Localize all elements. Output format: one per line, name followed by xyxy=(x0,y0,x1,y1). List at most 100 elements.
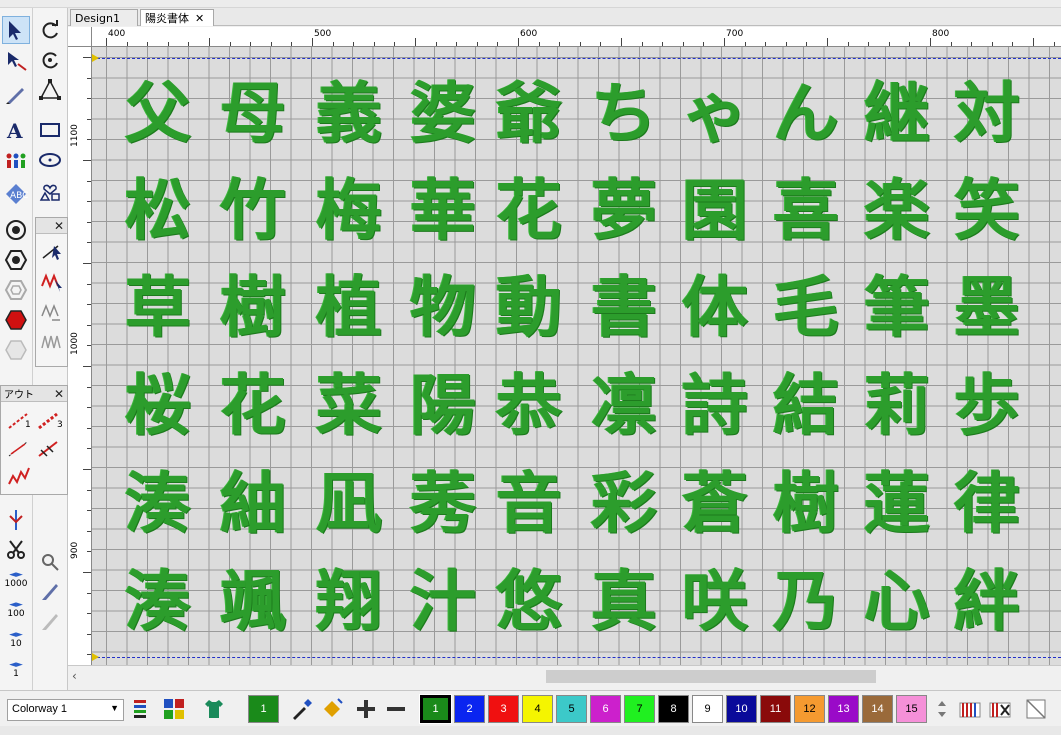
eyedropper-button[interactable] xyxy=(288,695,316,723)
palette-swatch[interactable]: 2 xyxy=(454,695,485,723)
outline-bean-tool[interactable] xyxy=(5,434,33,462)
zigzag-stitch-tool[interactable] xyxy=(38,268,66,296)
tab-design1[interactable]: Design1 xyxy=(70,9,138,26)
close-icon[interactable]: ✕ xyxy=(54,387,64,401)
embroidery-glyph[interactable]: 詩 xyxy=(676,357,754,444)
garment-button[interactable] xyxy=(200,695,228,723)
hexagon-outline-tool[interactable] xyxy=(2,276,30,304)
embroidery-glyph[interactable]: 汁 xyxy=(404,553,482,640)
stitch-direction-tool[interactable] xyxy=(38,238,66,266)
palette-swatch[interactable]: 11 xyxy=(760,695,791,723)
palette-swatch[interactable]: 4 xyxy=(522,695,553,723)
embroidery-glyph[interactable]: 草 xyxy=(119,259,197,346)
embroidery-glyph[interactable]: ち xyxy=(585,65,663,152)
embroidery-glyph[interactable]: 莠 xyxy=(404,455,482,542)
thread-chart-remove-button[interactable] xyxy=(986,695,1014,723)
embroidery-glyph[interactable]: 紬 xyxy=(214,455,292,542)
step-100-tool[interactable]: ◄► 100 xyxy=(1,596,31,624)
palette-swatch[interactable]: 1 xyxy=(419,694,452,724)
embroidery-glyph[interactable]: 湊 xyxy=(119,455,197,542)
step-10-tool[interactable]: ◄► 10 xyxy=(1,626,31,654)
reshape-tool[interactable] xyxy=(2,46,30,74)
wave-stitch-tool[interactable] xyxy=(38,298,66,326)
rotate-tool[interactable] xyxy=(36,16,64,44)
current-color-swatch[interactable]: 1 xyxy=(248,695,279,723)
gray-hexagon-tool[interactable] xyxy=(2,336,30,364)
embroidery-glyph[interactable]: 乃 xyxy=(767,553,845,640)
embroidery-glyph[interactable]: 樹 xyxy=(767,455,845,542)
embroidery-glyph[interactable]: 母 xyxy=(214,65,292,152)
embroidery-glyph[interactable]: 花 xyxy=(214,357,292,444)
embroidery-glyph[interactable]: 颯 xyxy=(214,553,292,640)
embroidery-glyph[interactable]: 心 xyxy=(858,553,936,640)
embroidery-glyph[interactable]: 凛 xyxy=(585,357,663,444)
embroidery-glyph[interactable]: 植 xyxy=(310,259,388,346)
embroidery-glyph[interactable]: 悠 xyxy=(490,553,568,640)
remove-color-button[interactable] xyxy=(382,695,410,723)
embroidery-glyph[interactable]: 父 xyxy=(119,65,197,152)
embroidery-glyph[interactable]: 爺 xyxy=(490,65,568,152)
embroidery-glyph[interactable]: ゃ xyxy=(676,65,754,152)
embroidery-glyph[interactable]: 真 xyxy=(585,553,663,640)
colorway-list-button[interactable] xyxy=(126,695,154,723)
embroidery-glyph[interactable]: 蓮 xyxy=(858,455,936,542)
circle-target-tool[interactable] xyxy=(2,216,30,244)
embroidery-glyph[interactable]: 歩 xyxy=(948,357,1026,444)
embroidery-glyph[interactable]: 音 xyxy=(490,455,568,542)
palette-swatch[interactable]: 15 xyxy=(896,695,927,723)
palette-swatch[interactable]: 3 xyxy=(488,695,519,723)
embroidery-glyph[interactable]: 義 xyxy=(310,65,388,152)
embroidery-glyph[interactable]: 湊 xyxy=(119,553,197,640)
red-hexagon-tool[interactable] xyxy=(2,306,30,334)
embroidery-glyph[interactable]: 花 xyxy=(490,162,568,249)
embroidery-glyph[interactable]: 菜 xyxy=(310,357,388,444)
shapes-tool[interactable] xyxy=(36,176,64,204)
thread-chart-button[interactable] xyxy=(956,695,984,723)
palette-swatch[interactable]: 13 xyxy=(828,695,859,723)
outline-zigzag-tool[interactable] xyxy=(5,462,33,490)
step-1-tool[interactable]: ◄► 1 xyxy=(1,656,31,684)
embroidery-glyph[interactable]: ん xyxy=(767,65,845,152)
embroidery-glyph[interactable]: 継 xyxy=(858,65,936,152)
palette-swatch[interactable]: 12 xyxy=(794,695,825,723)
scrollbar-thumb[interactable] xyxy=(546,670,876,683)
palette-swatch[interactable]: 5 xyxy=(556,695,587,723)
embroidery-glyph[interactable]: 園 xyxy=(676,162,754,249)
embroidery-glyph[interactable]: 笑 xyxy=(948,162,1026,249)
colorway-select[interactable]: Colorway 1 ▼ xyxy=(7,699,124,721)
palette-grid-button[interactable] xyxy=(160,695,188,723)
embroidery-glyph[interactable]: 凪 xyxy=(310,455,388,542)
embroidery-glyph[interactable]: 毛 xyxy=(767,259,845,346)
embroidery-glyph[interactable]: 物 xyxy=(404,259,482,346)
pen-tool[interactable] xyxy=(2,80,30,108)
team-names-tool[interactable] xyxy=(2,148,30,176)
embroidery-glyph[interactable]: 彩 xyxy=(585,455,663,542)
rotate-points-tool[interactable] xyxy=(36,46,64,74)
thread-tool[interactable] xyxy=(36,548,64,576)
knife-tool[interactable] xyxy=(36,578,64,606)
palette-swatch[interactable]: 14 xyxy=(862,695,893,723)
monogram-tool[interactable]: ABC xyxy=(2,180,30,208)
select-arrow-tool[interactable] xyxy=(2,16,30,44)
palette-swatch[interactable]: 9 xyxy=(692,695,723,723)
embroidery-glyph[interactable]: 絆 xyxy=(948,553,1026,640)
embroidery-glyph[interactable]: 松 xyxy=(119,162,197,249)
embroidery-glyph[interactable]: 夢 xyxy=(585,162,663,249)
needle-tool[interactable] xyxy=(2,506,30,534)
embroidery-glyph[interactable]: 華 xyxy=(404,162,482,249)
gray-wave-tool[interactable] xyxy=(38,328,66,356)
hexagon-tool[interactable] xyxy=(2,246,30,274)
background-button[interactable] xyxy=(1022,695,1050,723)
embroidery-glyph[interactable]: 桜 xyxy=(119,357,197,444)
palette-scroll-button[interactable] xyxy=(928,695,956,723)
embroidery-glyph[interactable]: 楽 xyxy=(858,162,936,249)
embroidery-glyph[interactable]: 婆 xyxy=(404,65,482,152)
palette-swatch[interactable]: 7 xyxy=(624,695,655,723)
step-1000-tool[interactable]: ◄► 1000 xyxy=(1,566,31,594)
tab-kagerou-font[interactable]: 陽炎書体 ✕ xyxy=(140,9,214,26)
embroidery-glyph[interactable]: 墨 xyxy=(948,259,1026,346)
palette-swatch[interactable]: 10 xyxy=(726,695,757,723)
add-color-button[interactable] xyxy=(352,695,380,723)
palette-swatch[interactable]: 6 xyxy=(590,695,621,723)
close-icon[interactable]: ✕ xyxy=(54,219,64,233)
